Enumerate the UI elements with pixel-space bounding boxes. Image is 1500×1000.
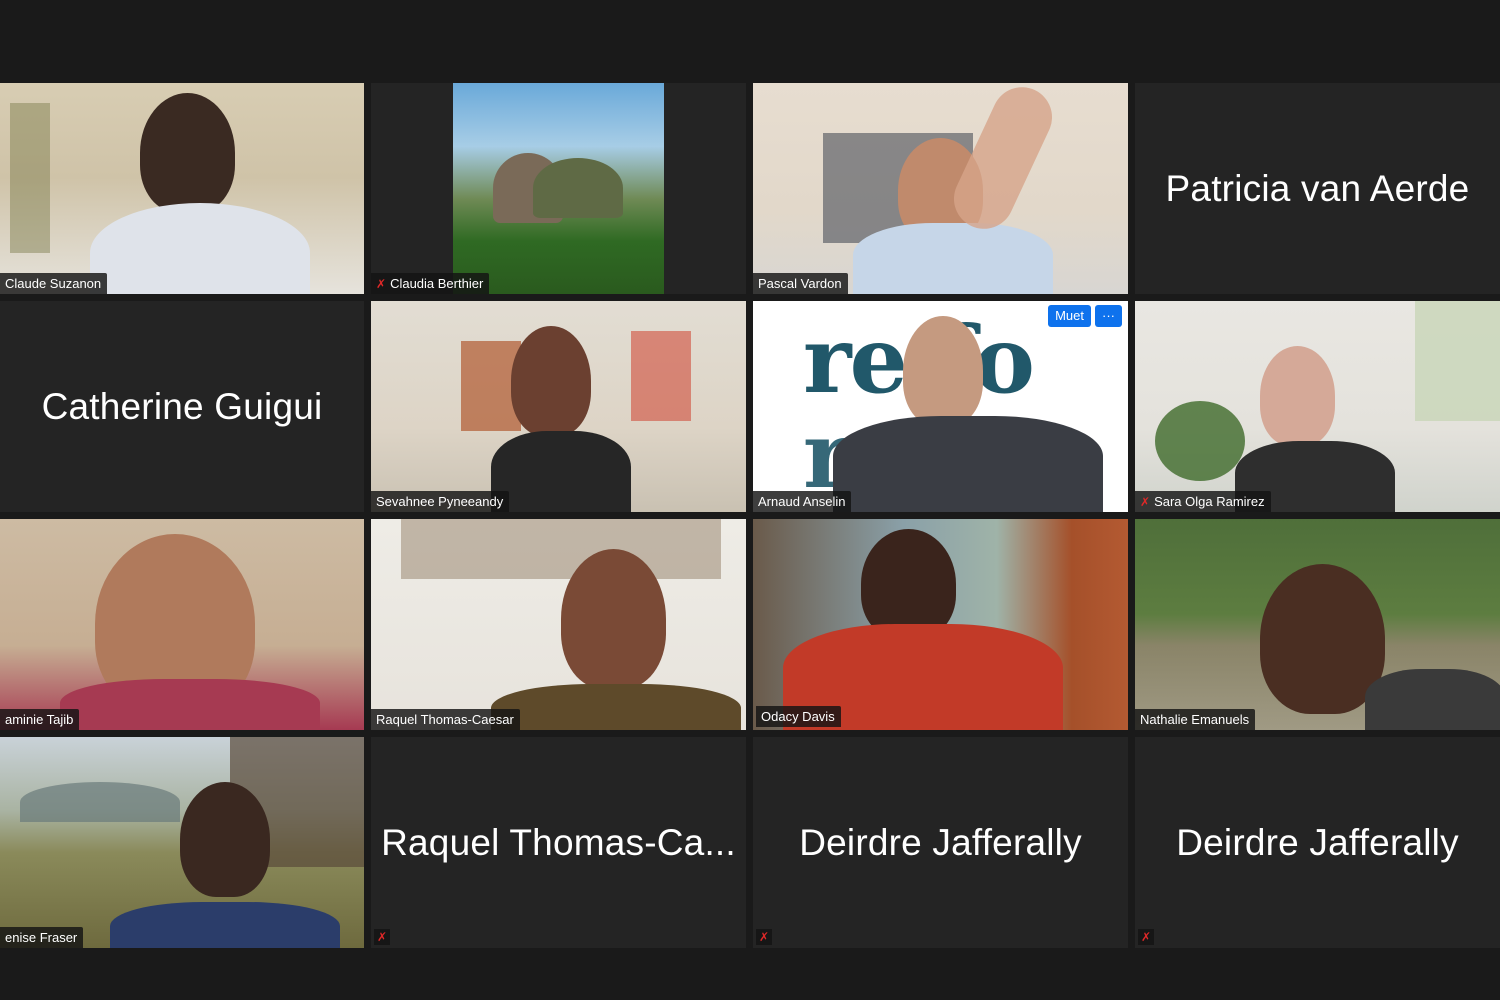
more-options-button[interactable]: ··· bbox=[1095, 305, 1122, 327]
participant-tile-claudia-berthier[interactable]: ✗ Claudia Berthier bbox=[371, 83, 746, 294]
participant-tile-claude-suzanon[interactable]: Claude Suzanon bbox=[0, 83, 364, 294]
participant-name-label: enise Fraser bbox=[0, 927, 84, 948]
participant-tile-raquel-thomas-caesar[interactable]: Raquel Thomas-Caesar bbox=[371, 519, 746, 730]
tile-controls: Muet ··· bbox=[1048, 305, 1122, 327]
participant-name-label: Raquel Thomas-Caesar bbox=[371, 709, 520, 730]
participant-name-label: Arnaud Anselin bbox=[753, 491, 852, 512]
mute-button[interactable]: Muet bbox=[1048, 305, 1091, 327]
participant-display-name: Deirdre Jafferally bbox=[1176, 821, 1459, 863]
video-feed bbox=[371, 301, 746, 512]
participant-display-name: Catherine Guigui bbox=[41, 385, 323, 427]
participant-tile-odacy-davis[interactable]: Odacy Davis bbox=[753, 519, 1128, 730]
participant-tile-deirdre-jafferally-2[interactable]: Deirdre Jafferally ✗ bbox=[1135, 737, 1500, 948]
participant-tile-deirdre-jafferally[interactable]: Deirdre Jafferally ✗ bbox=[753, 737, 1128, 948]
gallery-grid: Claude Suzanon ✗ Claudia Berthier Pascal… bbox=[0, 83, 1500, 948]
participant-name-label: ✗ Sara Olga Ramirez bbox=[1135, 491, 1271, 512]
video-feed bbox=[0, 83, 364, 294]
participant-display-name: Patricia van Aerde bbox=[1165, 167, 1470, 209]
video-feed bbox=[0, 519, 364, 730]
video-feed bbox=[1135, 519, 1500, 730]
participant-tile-pascal-vardon[interactable]: Pascal Vardon bbox=[753, 83, 1128, 294]
muted-mic-icon: ✗ bbox=[756, 929, 773, 945]
participant-tile-sevahnee-pyneeandy[interactable]: Sevahnee Pyneeandy bbox=[371, 301, 746, 512]
participant-name-label: aminie Tajib bbox=[0, 709, 80, 730]
participant-name-label: Pascal Vardon bbox=[753, 273, 848, 294]
participant-tile-nathalie-emanuels[interactable]: Nathalie Emanuels bbox=[1135, 519, 1500, 730]
muted-mic-icon: ✗ bbox=[1140, 494, 1151, 509]
participant-display-name: Raquel Thomas-Ca... bbox=[381, 821, 736, 863]
participant-tile-arnaud-anselin[interactable]: re fo r a Muet ··· Arnaud Anselin bbox=[753, 301, 1128, 512]
participant-tile-denise-fraser[interactable]: enise Fraser bbox=[0, 737, 364, 948]
video-feed bbox=[371, 519, 746, 730]
profile-picture bbox=[453, 83, 664, 294]
participant-tile-patricia-van-aerde[interactable]: Patricia van Aerde bbox=[1135, 83, 1500, 294]
participant-name-label: ✗ Claudia Berthier bbox=[371, 273, 490, 294]
participant-tile-catherine-guigui[interactable]: Catherine Guigui bbox=[0, 301, 364, 512]
video-feed bbox=[753, 519, 1128, 730]
participant-name-label: Claude Suzanon bbox=[0, 273, 108, 294]
video-feed bbox=[1135, 301, 1500, 512]
participant-name-label: Sevahnee Pyneeandy bbox=[371, 491, 510, 512]
participant-name-label: Nathalie Emanuels bbox=[1135, 709, 1256, 730]
muted-mic-icon: ✗ bbox=[374, 929, 391, 945]
participant-tile-raquel-thomas-caesar-2[interactable]: Raquel Thomas-Ca... ✗ bbox=[371, 737, 746, 948]
video-feed bbox=[0, 737, 364, 948]
muted-mic-icon: ✗ bbox=[1138, 929, 1155, 945]
participant-name-label: Odacy Davis bbox=[756, 706, 841, 727]
video-feed bbox=[753, 83, 1128, 294]
video-feed: re fo r a bbox=[753, 301, 1128, 512]
participant-tile-sara-olga-ramirez[interactable]: ✗ Sara Olga Ramirez bbox=[1135, 301, 1500, 512]
participant-display-name: Deirdre Jafferally bbox=[799, 821, 1082, 863]
muted-mic-icon: ✗ bbox=[376, 276, 387, 291]
participant-tile-kaminie-tajib[interactable]: aminie Tajib bbox=[0, 519, 364, 730]
